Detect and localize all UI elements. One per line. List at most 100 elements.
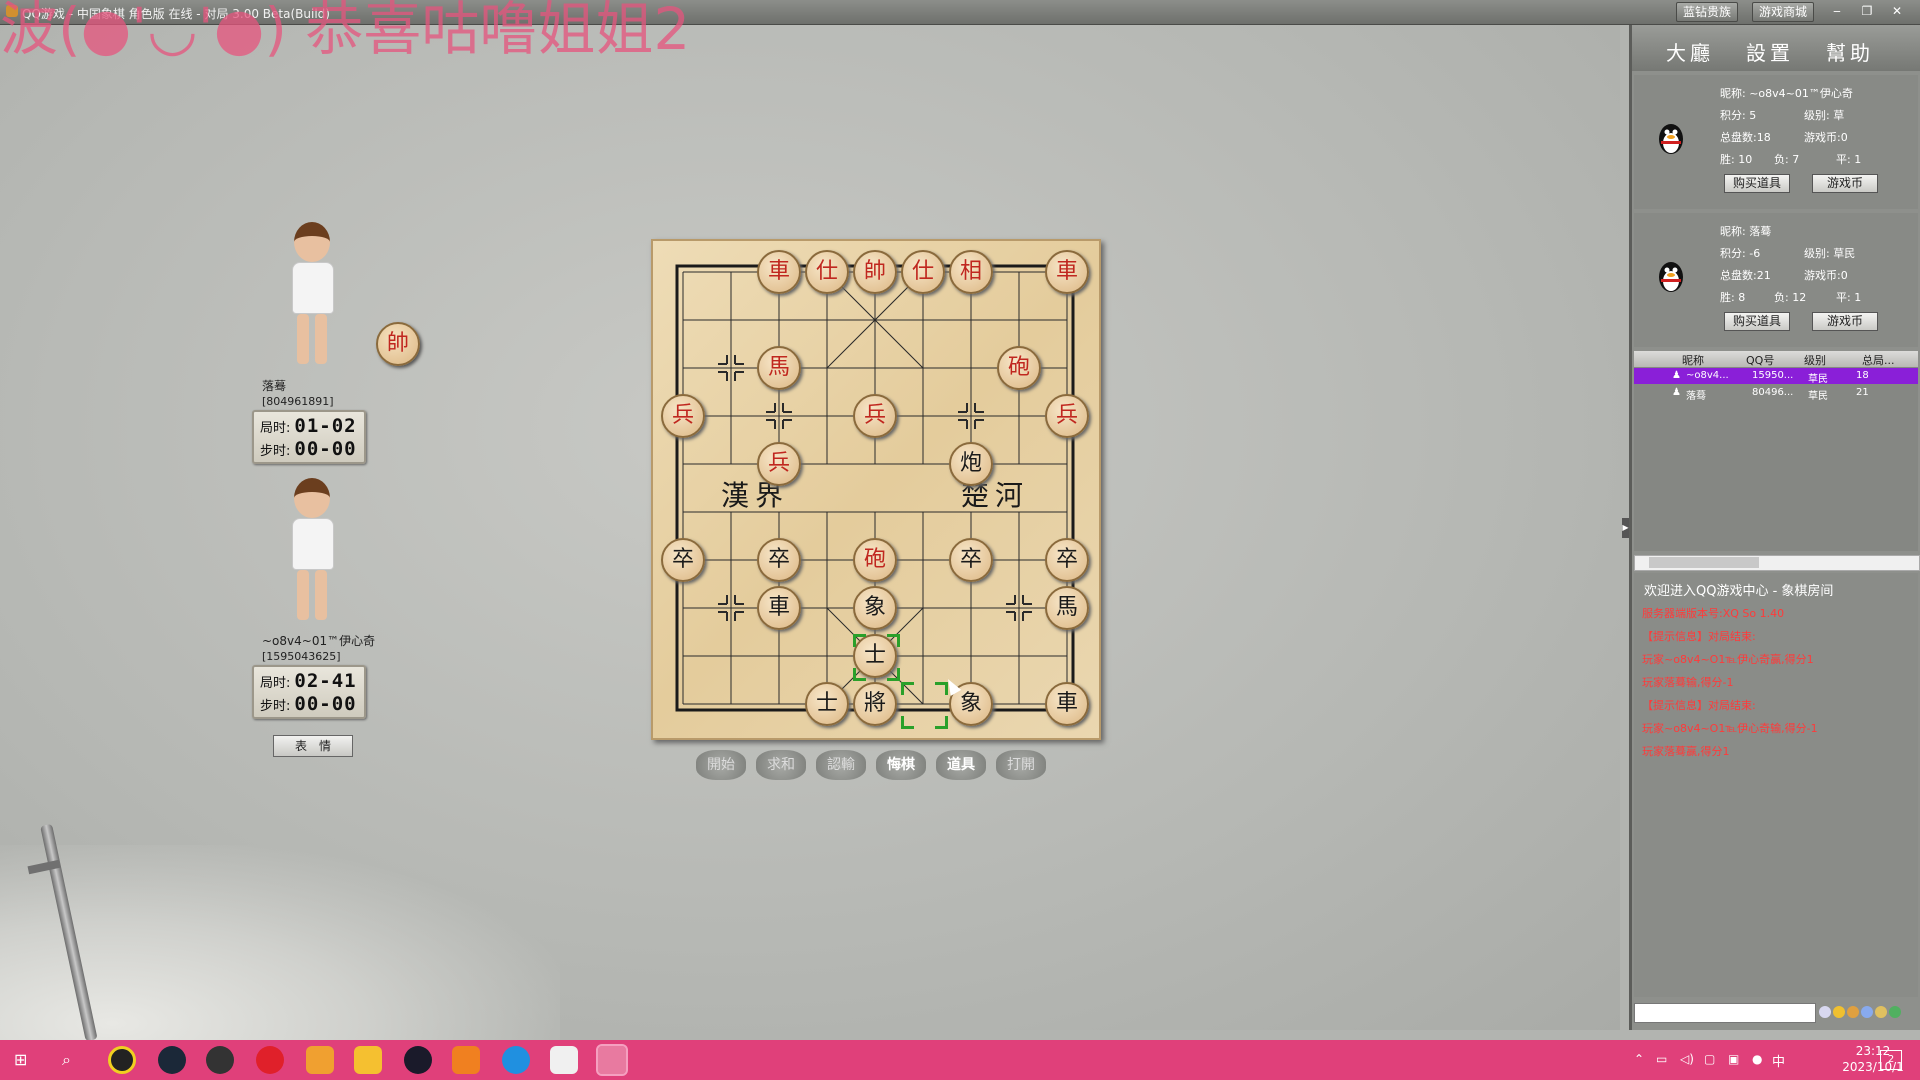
player1-side-piece: 帥 (376, 322, 420, 366)
black-piece-16[interactable]: 卒 (949, 538, 993, 582)
app-bird-icon[interactable] (306, 1046, 334, 1074)
display-icon[interactable]: ▢ (1704, 1052, 1715, 1066)
games-value: 18 (1756, 131, 1771, 144)
player1-name: 落蓦 (262, 379, 287, 393)
tab-settings[interactable]: 設置 (1746, 37, 1794, 66)
windows-start-icon[interactable]: ⊞ (14, 1052, 30, 1068)
blue-diamond-button[interactable]: 蓝钻贵族 (1676, 2, 1739, 22)
app-owl-icon[interactable] (354, 1046, 382, 1074)
col-qq[interactable]: QQ号 (1746, 352, 1774, 368)
game-store-button[interactable]: 游戏商城 (1752, 2, 1815, 22)
step-time-label: 步时: (260, 444, 291, 459)
start-button[interactable]: 開始 (696, 750, 746, 780)
restore-icon[interactable]: ❐ (1856, 3, 1878, 19)
game-coin-button[interactable]: 游戏币 (1812, 174, 1878, 193)
col-total[interactable]: 总局... (1862, 352, 1895, 368)
smiley-icon[interactable] (1833, 1006, 1845, 1018)
speaker-icon[interactable] (1861, 1006, 1873, 1018)
player1-avatar[interactable] (282, 222, 342, 372)
coins-label: 游戏币: (1804, 131, 1841, 144)
red-piece-6[interactable]: 馬 (757, 346, 801, 390)
win-label: 胜: (1720, 291, 1735, 304)
minimize-icon[interactable]: ‒ (1826, 3, 1848, 19)
black-piece-20[interactable]: 馬 (1045, 586, 1089, 630)
red-piece-3[interactable]: 仕 (901, 250, 945, 294)
black-piece-19[interactable]: 象 (853, 586, 897, 630)
red-piece-10[interactable]: 兵 (1045, 394, 1089, 438)
send-icon[interactable] (1889, 1006, 1901, 1018)
red-piece-9[interactable]: 兵 (853, 394, 897, 438)
player1-qq: [804961891] (262, 395, 334, 408)
black-piece-13[interactable]: 卒 (661, 538, 705, 582)
red-piece-15[interactable]: 砲 (853, 538, 897, 582)
tab-lobby[interactable]: 大廳 (1666, 37, 1714, 66)
red-piece-0[interactable]: 車 (757, 250, 801, 294)
red-piece-4[interactable]: 相 (949, 250, 993, 294)
red-piece-11[interactable]: 兵 (757, 442, 801, 486)
key-icon[interactable] (1875, 1006, 1887, 1018)
sidebar-toggle-icon[interactable]: ▶ (1622, 518, 1629, 538)
player-info-card-1: 昵称: ~o8v4~01™伊心奇 积分: 5 级别: 草 总盘数:18 游戏币:… (1634, 75, 1918, 209)
qq-icon[interactable] (550, 1046, 578, 1074)
chat-line: 玩家落蓦输,得分-1 (1642, 676, 1734, 689)
chess-board[interactable]: 漢界 楚河 車仕帥仕相車馬砲兵兵兵兵炮卒卒砲卒卒車象馬士士將象車 (651, 239, 1101, 740)
scrollbar-thumb[interactable] (1649, 557, 1759, 568)
black-piece-17[interactable]: 卒 (1045, 538, 1089, 582)
volume-icon[interactable]: ◁) (1680, 1052, 1694, 1066)
black-piece-25[interactable]: 車 (1045, 682, 1089, 726)
tray-expand-icon[interactable]: ⌃ (1634, 1052, 1644, 1066)
app-circle-icon[interactable] (108, 1046, 136, 1074)
tab-help[interactable]: 幫助 (1826, 37, 1874, 66)
table-row[interactable]: ♟ 落蓦 80496... 草民 21 (1634, 385, 1918, 402)
col-nickname[interactable]: 昵称 (1682, 352, 1704, 368)
player2-avatar[interactable] (282, 478, 342, 628)
level-label: 级别: (1804, 247, 1830, 260)
ime-indicator[interactable]: 中 (1772, 1051, 1785, 1070)
steam-icon[interactable] (158, 1046, 186, 1074)
network-icon[interactable]: ▭ (1656, 1052, 1667, 1066)
black-piece-18[interactable]: 車 (757, 586, 801, 630)
move-from-marker-corner-3 (935, 716, 948, 729)
resign-button[interactable]: 認輸 (816, 750, 866, 780)
red-piece-2[interactable]: 帥 (853, 250, 897, 294)
move-to-marker-corner-0 (853, 634, 866, 647)
expression-button[interactable]: 表情 (273, 735, 353, 757)
items-button[interactable]: 道具 (936, 750, 986, 780)
buy-items-button[interactable]: 购买道具 (1724, 174, 1790, 193)
black-piece-14[interactable]: 卒 (757, 538, 801, 582)
game-app-icon[interactable] (206, 1046, 234, 1074)
row-level: 草民 (1808, 374, 1828, 385)
black-piece-23[interactable]: 將 (853, 682, 897, 726)
game-coin-button[interactable]: 游戏币 (1812, 312, 1878, 331)
col-level[interactable]: 级别 (1804, 352, 1826, 368)
black-piece-22[interactable]: 士 (805, 682, 849, 726)
face-icon[interactable] (1847, 1006, 1859, 1018)
horizontal-scrollbar[interactable] (1634, 555, 1920, 571)
buy-items-button[interactable]: 购买道具 (1724, 312, 1790, 331)
chat-input[interactable] (1634, 1003, 1816, 1023)
search-icon[interactable]: ⌕ (62, 1050, 71, 1070)
emoji-list-icon[interactable] (1819, 1006, 1831, 1018)
red-piece-7[interactable]: 砲 (997, 346, 1041, 390)
row-qq: 80496... (1752, 387, 1794, 398)
edge-browser-icon[interactable] (502, 1046, 530, 1074)
undo-button[interactable]: 悔棋 (876, 750, 926, 780)
app-fox-icon[interactable] (452, 1046, 480, 1074)
netease-music-icon[interactable] (256, 1046, 284, 1074)
player1-timer: 局时: 01-02 步时: 00-00 (252, 410, 366, 464)
red-piece-1[interactable]: 仕 (805, 250, 849, 294)
coins-label: 游戏币: (1804, 269, 1841, 282)
open-button[interactable]: 打開 (996, 750, 1046, 780)
black-piece-12[interactable]: 炮 (949, 442, 993, 486)
lose-value: 7 (1792, 153, 1800, 166)
qq-game-active-icon[interactable] (596, 1044, 628, 1076)
mic-icon[interactable]: ● (1752, 1052, 1762, 1066)
table-row[interactable]: ♟ ~o8v4... 15950... 草民 18 (1634, 368, 1918, 385)
app-ring-icon[interactable] (404, 1046, 432, 1074)
draw-request-button[interactable]: 求和 (756, 750, 806, 780)
security-icon[interactable]: ▣ (1728, 1052, 1739, 1066)
notification-icon[interactable]: 2 (1880, 1050, 1902, 1070)
red-piece-8[interactable]: 兵 (661, 394, 705, 438)
red-piece-5[interactable]: 車 (1045, 250, 1089, 294)
close-icon[interactable]: ✕ (1886, 3, 1908, 19)
